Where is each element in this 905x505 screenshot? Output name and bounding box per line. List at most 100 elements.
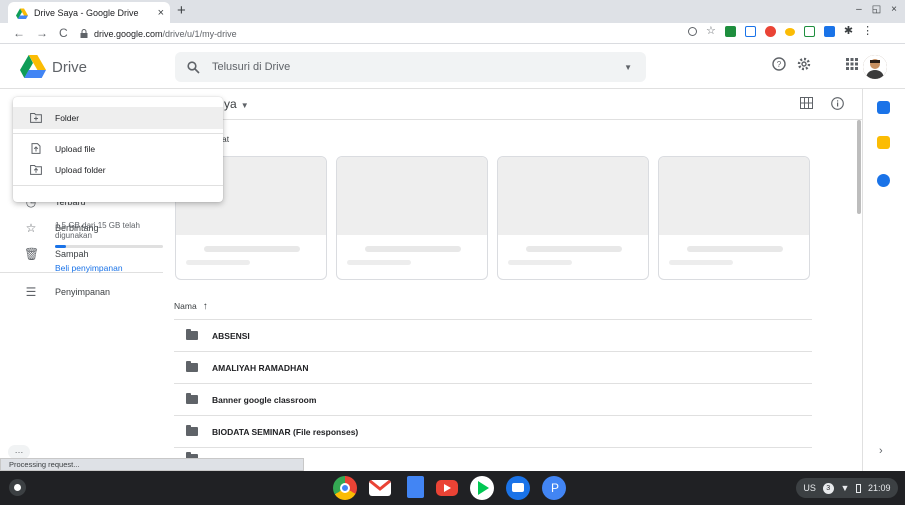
notification-badge: 3 bbox=[822, 482, 834, 494]
bookmark-star-icon[interactable]: ☆ bbox=[706, 26, 716, 37]
folder-icon bbox=[186, 425, 198, 436]
sort-label: Nama bbox=[174, 301, 197, 311]
window-close-button[interactable]: × bbox=[891, 4, 897, 15]
system-tray[interactable]: US 3 ▼ 21:09 bbox=[796, 478, 898, 498]
folder-name: Banner google classroom bbox=[212, 394, 317, 405]
menu-item-label: Folder bbox=[55, 112, 80, 123]
list-item[interactable]: Banner google classroom bbox=[174, 383, 812, 415]
menu-divider bbox=[13, 133, 223, 134]
info-icon[interactable] bbox=[831, 97, 844, 113]
avatar[interactable] bbox=[863, 55, 887, 79]
folder-icon bbox=[186, 329, 198, 340]
expand-panel-chevron-icon[interactable]: › bbox=[879, 445, 883, 457]
menu-item-label: Upload folder bbox=[55, 164, 106, 175]
drive-brand[interactable]: Drive bbox=[52, 59, 87, 76]
drive-logo-icon[interactable] bbox=[20, 55, 46, 78]
screen: Drive Saya - Google Drive × + – ◱ × ← → … bbox=[0, 0, 905, 505]
nav-trash[interactable]: 🗑 Sampah bbox=[24, 247, 89, 261]
grid-view-icon[interactable] bbox=[800, 97, 813, 113]
quick-access-card[interactable] bbox=[336, 156, 488, 280]
keep-icon[interactable] bbox=[877, 136, 890, 149]
docs-icon[interactable] bbox=[407, 476, 424, 498]
calendar-icon[interactable] bbox=[877, 101, 890, 114]
target-icon[interactable] bbox=[688, 27, 697, 36]
list-item[interactable]: BIODATA SEMINAR (File responses) bbox=[174, 415, 812, 447]
ext-screen-icon[interactable] bbox=[803, 26, 815, 37]
search-box[interactable]: Telusuri di Drive ▼ bbox=[175, 52, 646, 82]
folder-list: ABSENSI AMALIYAH RAMADHAN Banner google … bbox=[174, 319, 812, 463]
search-options-icon[interactable]: ▼ bbox=[624, 63, 632, 72]
view-actions bbox=[800, 97, 844, 113]
star-icon: ☆ bbox=[25, 221, 37, 235]
address-bar[interactable]: drive.google.com/drive/u/1/my-drive bbox=[80, 25, 720, 42]
minimize-button[interactable]: – bbox=[856, 4, 862, 15]
url-path: /drive/u/1/my-drive bbox=[162, 28, 237, 39]
extensions-puzzle-icon[interactable]: ✱ bbox=[844, 26, 853, 37]
gmail-icon[interactable] bbox=[369, 479, 391, 496]
folder-icon bbox=[186, 393, 198, 404]
sort-arrow-icon[interactable]: ↑ bbox=[203, 301, 208, 312]
os-shelf: P US 3 ▼ 21:09 bbox=[0, 471, 905, 505]
breadcrumb[interactable]: ya ▼ bbox=[224, 97, 249, 111]
apps-grid-icon[interactable] bbox=[845, 57, 859, 74]
nav-storage[interactable]: ☰ Penyimpanan bbox=[24, 285, 110, 299]
list-item[interactable]: ABSENSI bbox=[174, 319, 812, 351]
pinned-app-icon[interactable]: P bbox=[542, 476, 566, 500]
nav-trash-label: Sampah bbox=[55, 249, 89, 259]
new-folder-icon bbox=[30, 113, 42, 123]
messages-icon[interactable] bbox=[506, 476, 530, 500]
search-input[interactable]: Telusuri di Drive bbox=[212, 61, 624, 73]
settings-gear-icon[interactable] bbox=[797, 57, 811, 74]
list-item[interactable]: AMALIYAH RAMADHAN bbox=[174, 351, 812, 383]
restore-button[interactable]: ◱ bbox=[872, 4, 881, 15]
scrollbar[interactable] bbox=[857, 120, 861, 214]
side-panel: › bbox=[862, 89, 905, 471]
locale-label: US bbox=[803, 483, 816, 493]
reload-button[interactable]: C bbox=[59, 26, 68, 40]
file-upload-icon bbox=[31, 143, 41, 154]
menu-item-upload-file[interactable]: Upload file bbox=[30, 143, 95, 154]
svg-text:?: ? bbox=[777, 60, 782, 69]
window-controls: – ◱ × bbox=[856, 4, 897, 15]
tasks-icon[interactable] bbox=[877, 174, 890, 187]
menu-item-new-folder[interactable]: Folder bbox=[30, 112, 79, 123]
folder-icon bbox=[186, 361, 198, 372]
browser-menu-icon[interactable]: ⋮ bbox=[862, 26, 873, 37]
browser-toolbar: ← → C drive.google.com/drive/u/1/my-driv… bbox=[0, 23, 905, 44]
breadcrumb-dropdown-icon[interactable]: ▼ bbox=[241, 101, 249, 110]
forward-button[interactable]: → bbox=[36, 26, 48, 40]
launcher-icon[interactable] bbox=[9, 479, 26, 496]
play-store-icon[interactable] bbox=[470, 476, 494, 500]
menu-divider bbox=[13, 185, 223, 186]
quick-access-card[interactable] bbox=[658, 156, 810, 280]
storage-icon: ☰ bbox=[25, 285, 37, 299]
ext-cloud-icon[interactable] bbox=[784, 27, 795, 36]
folder-name: ABSENSI bbox=[212, 330, 250, 341]
classroom-ext-icon[interactable] bbox=[724, 26, 736, 37]
buy-storage-link[interactable]: Beli penyimpanan bbox=[55, 263, 123, 273]
new-tab-button[interactable]: + bbox=[177, 2, 186, 19]
browser-tab[interactable]: Drive Saya - Google Drive × bbox=[8, 2, 170, 23]
youtube-icon[interactable] bbox=[436, 480, 458, 496]
folder-upload-icon bbox=[30, 165, 42, 175]
more-dots-icon[interactable]: … bbox=[8, 445, 30, 459]
back-button[interactable]: ← bbox=[13, 26, 25, 40]
sort-header[interactable]: Nama ↑ bbox=[174, 301, 208, 312]
new-menu: Folder Upload file Upload folder bbox=[13, 97, 223, 202]
quick-access-card[interactable] bbox=[497, 156, 649, 280]
ext-scan-icon[interactable] bbox=[744, 26, 756, 37]
tab-title: Drive Saya - Google Drive bbox=[34, 7, 139, 18]
ext-paint-icon[interactable] bbox=[823, 26, 835, 37]
tab-close-icon[interactable]: × bbox=[158, 7, 164, 19]
chrome-icon[interactable] bbox=[333, 476, 357, 500]
drive-header: Drive Telusuri di Drive ▼ ? bbox=[0, 45, 905, 89]
tab-strip: Drive Saya - Google Drive × + – ◱ × bbox=[0, 0, 905, 23]
help-icon[interactable]: ? bbox=[772, 57, 786, 74]
ext-record-icon[interactable] bbox=[764, 26, 776, 37]
wifi-icon: ▼ bbox=[840, 483, 850, 493]
menu-item-upload-folder[interactable]: Upload folder bbox=[30, 164, 106, 175]
lock-icon bbox=[80, 29, 88, 38]
search-icon[interactable] bbox=[187, 60, 200, 74]
storage-usage-text: 1,5 GB dari 15 GB telah digunakan bbox=[55, 221, 140, 240]
drive-favicon-icon bbox=[16, 8, 28, 19]
